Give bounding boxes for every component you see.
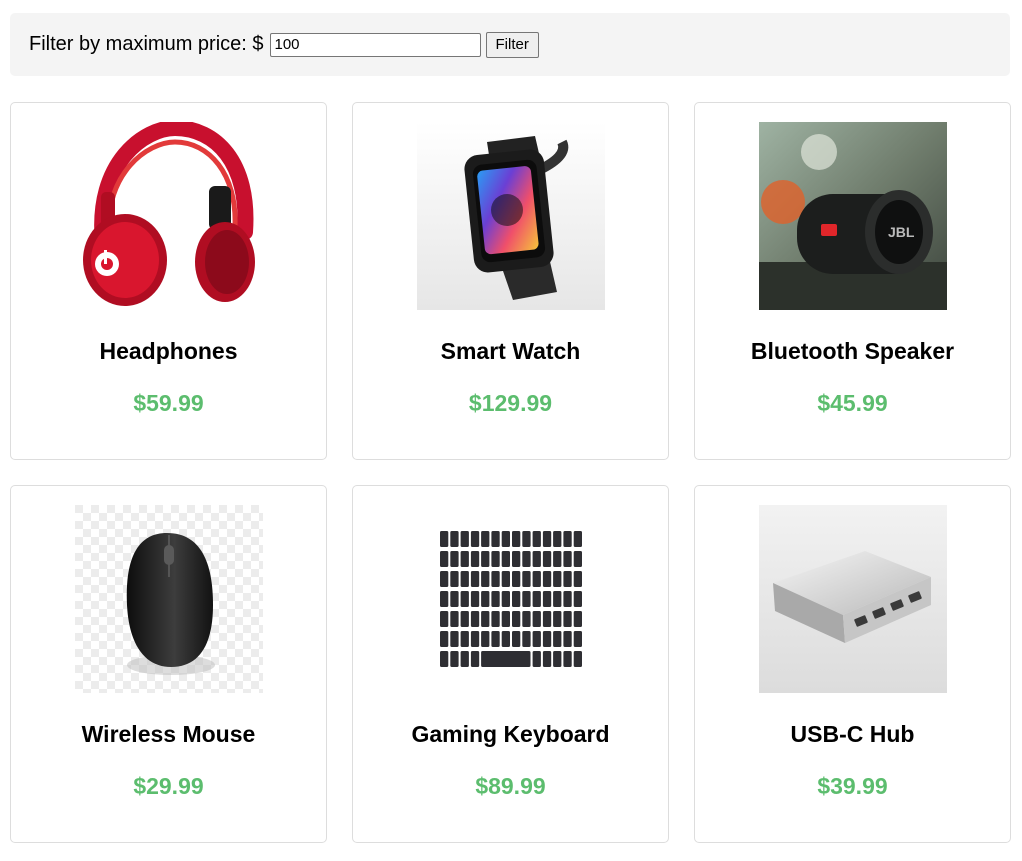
wireless-mouse-image [75,505,263,693]
filter-button[interactable]: Filter [485,31,539,58]
product-name: Wireless Mouse [81,721,256,747]
product-price: $89.99 [475,773,546,799]
filter-bar: Filter by maximum price: $ Filter [10,13,1010,76]
speaker-brand-logo: JBL [888,224,915,240]
product-name: Gaming Keyboard [411,721,610,747]
product-price: $129.99 [468,390,553,416]
headphones-image [75,122,263,310]
product-name: Smart Watch [440,338,581,364]
product-grid: Headphones $59.99 Smart Watch $129.99 JB… [10,102,1011,843]
gaming-keyboard-image [417,505,605,693]
bluetooth-speaker-image: JBL [759,122,947,310]
product-price: $39.99 [817,773,888,799]
product-price: $59.99 [133,390,204,416]
product-price: $45.99 [817,390,888,416]
max-price-input[interactable] [269,32,481,57]
product-card: Wireless Mouse $29.99 [10,485,327,843]
product-card: USB-C Hub $39.99 [694,485,1011,843]
product-card: Gaming Keyboard $89.99 [352,485,669,843]
product-card: Smart Watch $129.99 [352,102,669,460]
product-card: Headphones $59.99 [10,102,327,460]
product-card: JBL Bluetooth Speaker $45.99 [694,102,1011,460]
product-name: USB-C Hub [790,721,915,747]
filter-label: Filter by maximum price: $ [29,33,264,55]
product-name: Headphones [99,338,238,364]
product-price: $29.99 [133,773,204,799]
smart-watch-image [417,122,605,310]
usb-c-hub-image [759,505,947,693]
product-name: Bluetooth Speaker [750,338,955,364]
